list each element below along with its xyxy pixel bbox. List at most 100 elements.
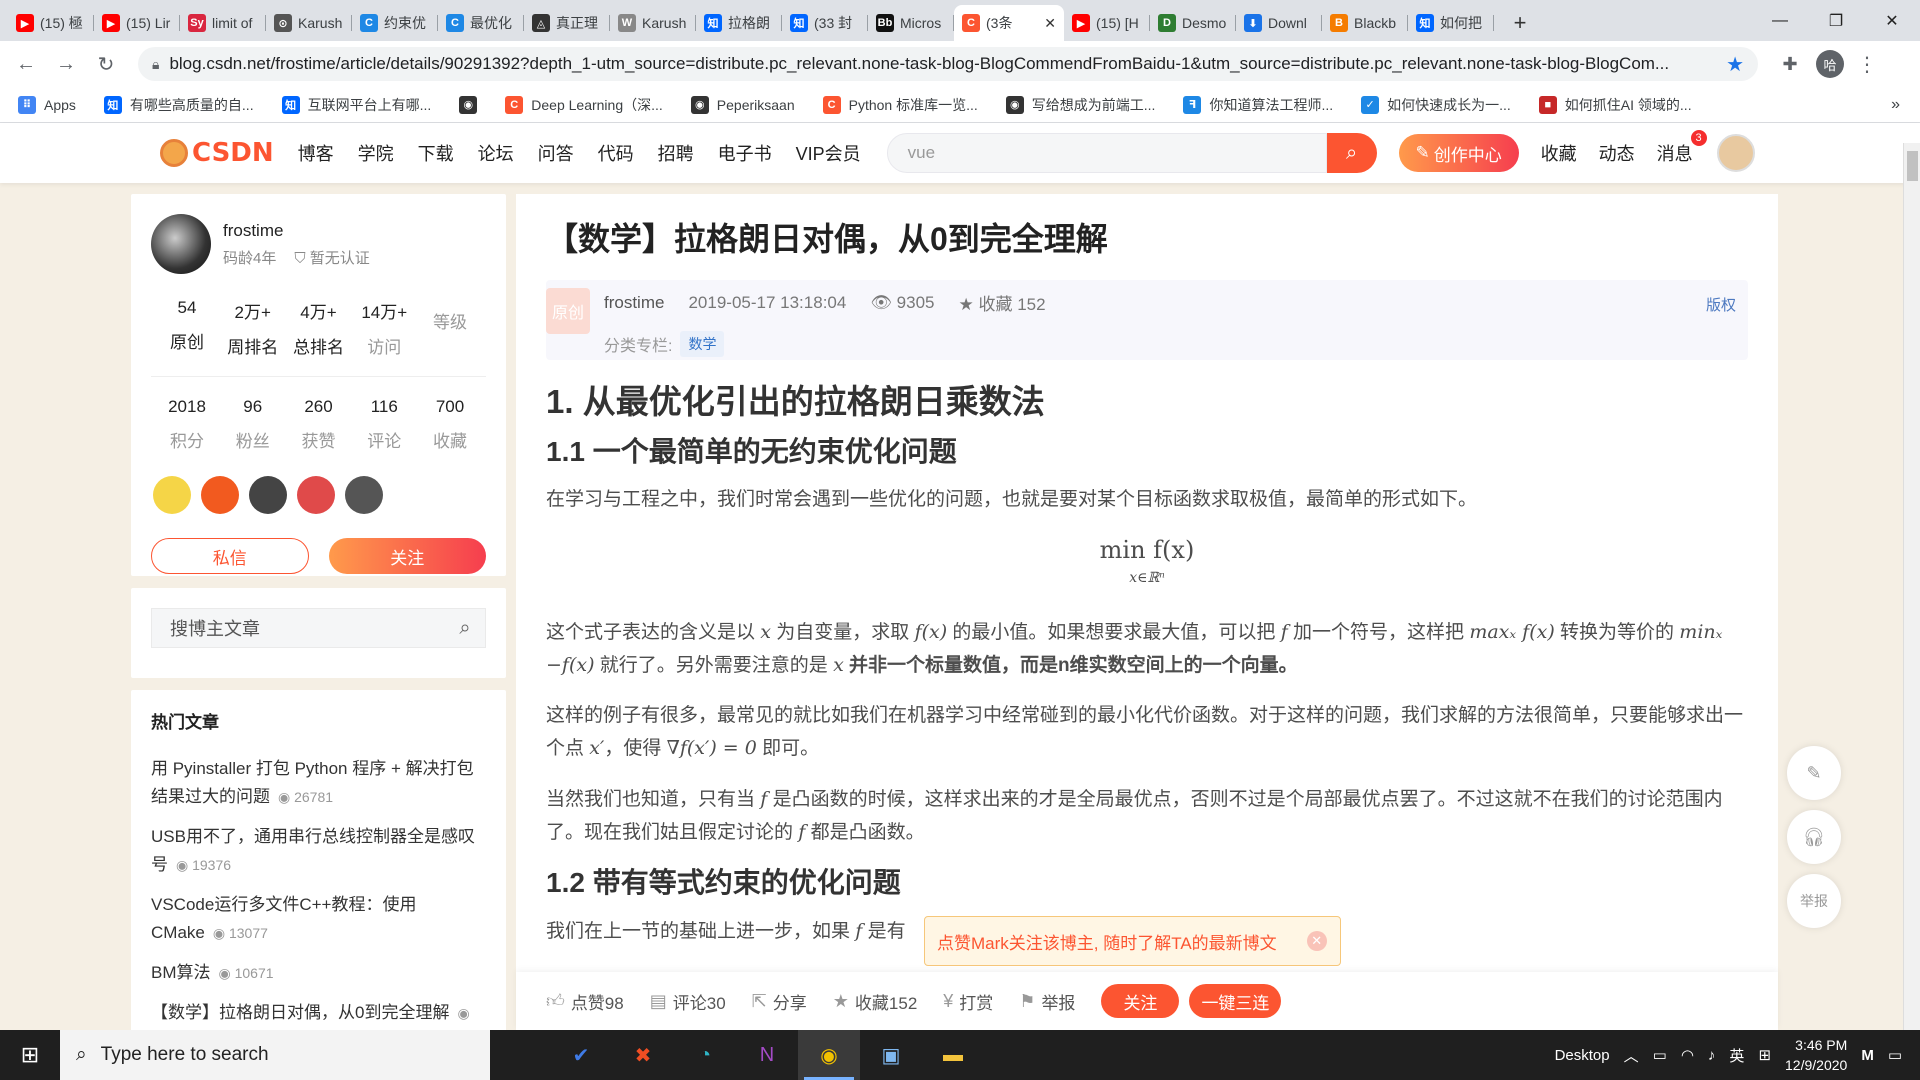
browser-tab[interactable]: ▶ (15) [H: [1064, 5, 1150, 41]
comment-button[interactable]: ▤ 评论30: [650, 989, 726, 1014]
hot-article-item[interactable]: USB用不了，通用串行总线控制器全是感叹号 ◉ 19376: [151, 823, 486, 879]
desktop-toolbar-label[interactable]: Desktop: [1555, 1047, 1610, 1064]
close-window-button[interactable]: ✕: [1864, 0, 1920, 41]
browser-tab[interactable]: ⊙ Karush: [266, 5, 352, 41]
more-bookmarks-icon[interactable]: »: [1891, 96, 1900, 114]
bookmark-item[interactable]: ■ 如何抓住AI 领域的...: [1538, 95, 1692, 115]
reload-button[interactable]: ↻: [86, 44, 126, 84]
medal-icon[interactable]: [201, 476, 239, 514]
nav-link[interactable]: 问答: [538, 140, 574, 166]
new-tab-button[interactable]: +: [1502, 5, 1538, 41]
edge-app-icon[interactable]: ◔: [674, 1030, 736, 1080]
nav-link[interactable]: 代码: [598, 140, 634, 166]
bookmark-item[interactable]: C Deep Learning（深...: [505, 95, 663, 115]
bookmark-item[interactable]: ⠿ Apps: [18, 95, 76, 114]
article-author[interactable]: frostime: [604, 293, 664, 313]
hot-article-item[interactable]: BM算法 ◉ 10671: [151, 959, 486, 987]
profile-stat[interactable]: 96 粉丝: [223, 397, 283, 452]
todo-app-icon[interactable]: ✔: [550, 1030, 612, 1080]
bookmark-item[interactable]: ◉ 写给想成为前端工...: [1005, 95, 1155, 115]
browser-tab[interactable]: Sy limit of: [180, 5, 266, 41]
profile-stat[interactable]: 116 评论: [354, 397, 414, 452]
close-icon[interactable]: ✕: [1306, 931, 1327, 951]
volume-icon[interactable]: ♪: [1708, 1047, 1716, 1064]
triple-action-button[interactable]: 一键三连: [1189, 984, 1282, 1018]
bookmark-item[interactable]: ◉: [459, 95, 478, 114]
extensions-icon[interactable]: ✚: [1770, 44, 1810, 84]
page-scrollbar[interactable]: [1903, 143, 1920, 1030]
xmind-app-icon[interactable]: ✖: [612, 1030, 674, 1080]
profile-stat[interactable]: 4万+ 总排名: [289, 298, 349, 358]
bookmark-item[interactable]: ◉ Peperiksaan: [690, 95, 795, 114]
browser-tab[interactable]: W Karush: [610, 5, 696, 41]
medal-icon[interactable]: [249, 476, 287, 514]
bookmark-item[interactable]: 知有哪些高质量的自...: [103, 95, 254, 115]
profile-stat[interactable]: 54 原创: [157, 298, 217, 358]
message-button[interactable]: 私信: [151, 538, 309, 574]
hot-article-item[interactable]: 用 Pyinstaller 打包 Python 程序 + 解决打包结果过大的问题…: [151, 755, 486, 811]
medal-icon[interactable]: [153, 476, 191, 514]
share-button[interactable]: ⇱ 分享: [752, 989, 807, 1014]
nav-link[interactable]: 学院: [358, 140, 394, 166]
omnibox[interactable]: 🔒︎ blog.csdn.net/frostime/article/detail…: [138, 47, 1758, 81]
browser-tab[interactable]: ◬ 真正理: [524, 5, 610, 41]
bookmark-item[interactable]: 知互联网平台上有哪...: [281, 95, 431, 115]
browser-tab[interactable]: ▶ (15) 極: [8, 5, 94, 41]
favorite-button[interactable]: ★ 收藏152: [833, 989, 918, 1014]
back-button[interactable]: ←: [6, 44, 46, 84]
notification-center-icon[interactable]: ▭: [1888, 1046, 1902, 1064]
profile-stat[interactable]: 2万+ 周排名: [223, 298, 283, 358]
browser-tab[interactable]: D Desmo: [1150, 5, 1236, 41]
header-link[interactable]: 动态: [1599, 140, 1635, 166]
create-center-button[interactable]: ✎ 创作中心: [1398, 134, 1519, 172]
profile-avatar[interactable]: 哈: [1816, 50, 1844, 78]
chrome-menu-icon[interactable]: ⋮: [1852, 44, 1882, 84]
hot-article-item[interactable]: VSCode运行多文件C++教程：使用CMake ◉ 13077: [151, 891, 486, 947]
forward-button[interactable]: →: [46, 44, 86, 84]
battery-icon[interactable]: ▭: [1653, 1046, 1667, 1064]
profile-stat[interactable]: 700 收藏: [420, 397, 480, 452]
bookmark-item[interactable]: ꟻ 你知道算法工程师...: [1183, 95, 1333, 115]
category-tag[interactable]: 数学: [680, 331, 725, 357]
minimize-button[interactable]: —: [1752, 0, 1808, 41]
notification-app-icon[interactable]: M: [1861, 1047, 1874, 1064]
header-link[interactable]: 收藏: [1541, 140, 1577, 166]
user-avatar[interactable]: [1716, 134, 1755, 172]
nav-link[interactable]: 下载: [418, 140, 454, 166]
wifi-icon[interactable]: ◠: [1681, 1046, 1694, 1064]
scrollbar-thumb[interactable]: [1907, 151, 1918, 181]
nav-link[interactable]: VIP会员: [796, 140, 861, 166]
support-button[interactable]: 🎧︎: [1787, 810, 1841, 864]
bookmark-star-icon[interactable]: ★: [1726, 52, 1744, 77]
maximize-button[interactable]: ❐: [1808, 0, 1864, 41]
toolbar-follow-button[interactable]: 关注: [1101, 984, 1180, 1018]
close-tab-icon[interactable]: ✕: [1044, 15, 1056, 32]
nav-link[interactable]: 电子书: [718, 140, 772, 166]
search-icon[interactable]: ⌕: [445, 608, 485, 648]
browser-tab[interactable]: ⬇ Downl: [1236, 5, 1322, 41]
csdn-logo[interactable]: CSDN: [160, 138, 274, 168]
reward-button[interactable]: ¥ 打赏: [943, 989, 993, 1014]
browser-tab[interactable]: 知如何把: [1408, 5, 1494, 41]
windows-start-icon[interactable]: ⊞: [0, 1030, 60, 1080]
blog-search-input[interactable]: 搜博主文章 ⌕: [151, 608, 486, 648]
copyright-link[interactable]: 版权: [1706, 294, 1736, 315]
csdn-search-input[interactable]: vue: [886, 133, 1327, 173]
browser-tab[interactable]: Bb Micros: [868, 5, 954, 41]
profile-stat[interactable]: 2018 积分: [157, 397, 217, 452]
report-button[interactable]: ⚑ 举报: [1019, 989, 1075, 1014]
nav-link[interactable]: 招聘: [658, 140, 694, 166]
browser-tab[interactable]: C 最优化: [438, 5, 524, 41]
favorite-count[interactable]: ★ 收藏 152: [958, 290, 1045, 315]
file-explorer-app-icon[interactable]: ▬: [922, 1030, 984, 1080]
search-icon[interactable]: ⌕: [1326, 133, 1377, 173]
bookmark-item[interactable]: C Python 标准库一览...: [822, 95, 978, 115]
author-avatar[interactable]: [151, 214, 211, 274]
control-panel-app-icon[interactable]: ▣: [860, 1030, 922, 1080]
nav-link[interactable]: 论坛: [478, 140, 514, 166]
ime-indicator[interactable]: 英: [1729, 1045, 1744, 1066]
onenote-app-icon[interactable]: N: [736, 1030, 798, 1080]
like-button[interactable]: 👍︎ 点赞98: [546, 989, 624, 1014]
browser-tab[interactable]: C (3条 ✕: [954, 5, 1064, 41]
browser-tab[interactable]: C 约束优: [352, 5, 438, 41]
